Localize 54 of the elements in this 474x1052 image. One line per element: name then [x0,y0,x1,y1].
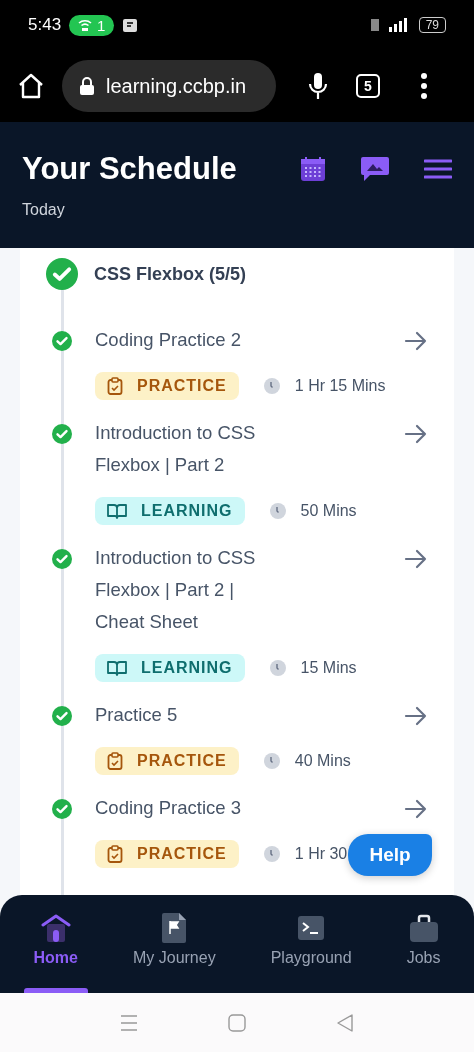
flag-document-icon [162,913,187,943]
book-icon [107,660,127,676]
item-title[interactable]: Coding Practice 3 [95,792,285,824]
duration-text: 1 Hr 15 Mins [294,377,386,395]
clipboard-icon [107,845,123,863]
battery-indicator: 79 [418,17,446,33]
duration-text: 1 Hr 30 [294,845,348,863]
microphone-icon[interactable] [308,72,328,100]
item-title[interactable]: Practice 5 [95,699,285,731]
module-title: CSS Flexbox (5/5) [94,263,247,285]
nav-tab[interactable]: Home [23,913,88,993]
tag-label: PRACTICE [137,752,227,770]
clock-icon [262,752,281,770]
menu-icon[interactable] [424,158,452,180]
home-icon[interactable] [18,73,44,99]
tag-label: LEARNING [141,502,233,520]
duration-text: 15 Mins [300,659,357,677]
page-title: Your Schedule [22,151,238,187]
nav-tab[interactable]: Jobs [396,913,451,993]
calendar-icon[interactable] [300,156,326,182]
tag-label: PRACTICE [137,845,227,863]
clock-time: 5:43 [28,15,62,35]
item-title[interactable]: Coding Practice 2 [95,324,285,356]
address-bar[interactable]: learning.ccbp.in [62,60,276,112]
back-icon[interactable] [336,1013,354,1032]
clock-icon [268,502,287,520]
clipboard-icon [107,377,123,395]
image-message-icon[interactable] [360,155,390,183]
home-button-icon[interactable] [228,1013,246,1032]
active-indicator [23,988,88,993]
help-button[interactable]: Help [348,834,432,876]
more-icon[interactable] [420,73,428,99]
tag-label: LEARNING [141,659,233,677]
clock-icon [262,845,281,863]
clipboard-icon [107,752,123,770]
clock-icon [268,659,287,677]
item-title[interactable]: Introduction to CSS Flexbox | Part 2 [95,417,285,481]
duration-text: 50 Mins [300,502,357,520]
tab-count-button[interactable]: 5 [356,74,380,98]
nav-tab[interactable]: Playground [260,913,362,993]
tag-label: PRACTICE [137,377,227,395]
notification-icon [122,17,139,33]
briefcase-icon [409,913,438,943]
hotspot-badge: 1 [69,14,115,36]
terminal-icon [298,913,325,943]
lock-icon [80,77,94,95]
hotspot-icon [78,18,93,32]
duration-text: 40 Mins [294,752,351,770]
clock-icon [262,377,281,395]
date-label: Today [22,201,66,219]
home-icon [40,913,71,943]
nav-tab[interactable]: My Journey [122,913,226,993]
item-title[interactable]: Introduction to CSS Flexbox | Part 2 | Cheat Sheet [95,542,285,638]
book-icon [107,503,127,519]
